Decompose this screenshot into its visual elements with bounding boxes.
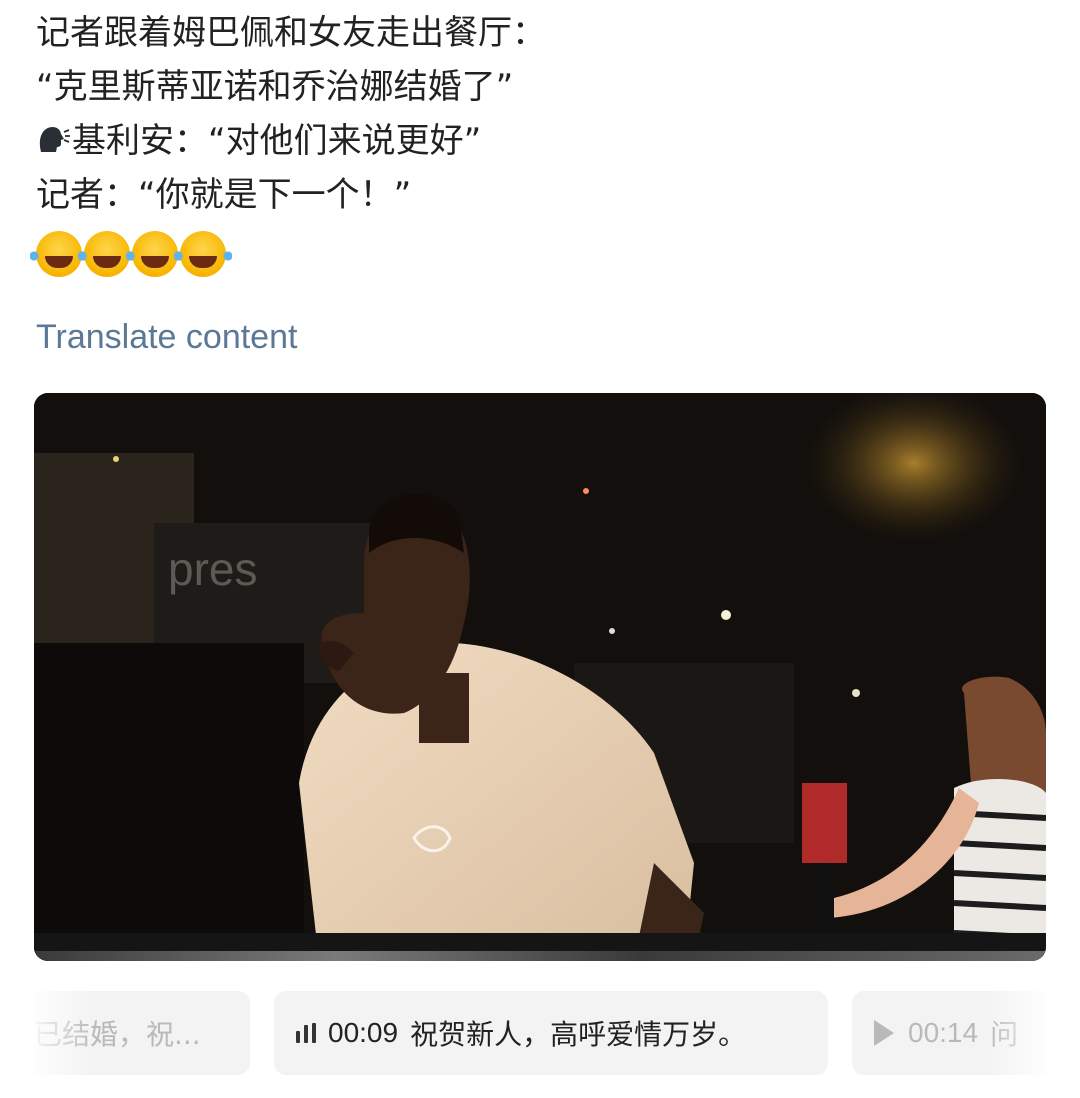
video-progress-strip: [34, 951, 1046, 961]
face-with-tears-of-joy-icon: [78, 231, 136, 277]
post-text: 记者跟着姆巴佩和女友走出餐厅： “克里斯蒂亚诺和乔治娜结婚了” 基利安：“对他们…: [30, 6, 1036, 286]
audio-bars-icon: [296, 1023, 316, 1043]
post-line-3: 基利安：“对他们来说更好”: [36, 114, 1036, 168]
translate-content-link[interactable]: Translate content: [36, 318, 297, 357]
face-with-tears-of-joy-icon: [174, 231, 232, 277]
video-thumbnail: pres: [34, 393, 1046, 961]
caption-chip-next[interactable]: 00:14 问: [852, 991, 1046, 1075]
caption-carousel[interactable]: 已结婚，祝... 00:09 祝贺新人，高呼爱情万岁。 00:14 问: [34, 985, 1046, 1081]
caption-previous-text: 已结婚，祝...: [34, 1018, 201, 1051]
caption-chip-previous[interactable]: 已结婚，祝...: [34, 991, 250, 1075]
post-line-1: 记者跟着姆巴佩和女友走出餐厅：: [36, 13, 546, 53]
play-icon: [874, 1020, 894, 1046]
caption-next-text: 问: [990, 1018, 1019, 1051]
speaking-head-icon: [39, 126, 70, 152]
post-line-3-text: 基利安：“对他们来说更好”: [72, 121, 482, 161]
caption-current-text: 祝贺新人，高呼爱情万岁。: [410, 1018, 747, 1051]
store-sign-text: pres: [168, 543, 257, 595]
video-player[interactable]: pres: [34, 393, 1046, 961]
face-with-tears-of-joy-icon: [126, 231, 184, 277]
caption-current-time: 00:09: [328, 1017, 399, 1048]
caption-next-time: 00:14: [908, 1017, 979, 1048]
post-line-4: 记者：“你就是下一个！”: [36, 175, 412, 215]
caption-chip-current[interactable]: 00:09 祝贺新人，高呼爱情万岁。: [274, 991, 828, 1075]
post-line-2: “克里斯蒂亚诺和乔治娜结婚了”: [36, 67, 514, 107]
emoji-row: [30, 222, 1036, 286]
face-with-tears-of-joy-icon: [30, 231, 88, 277]
